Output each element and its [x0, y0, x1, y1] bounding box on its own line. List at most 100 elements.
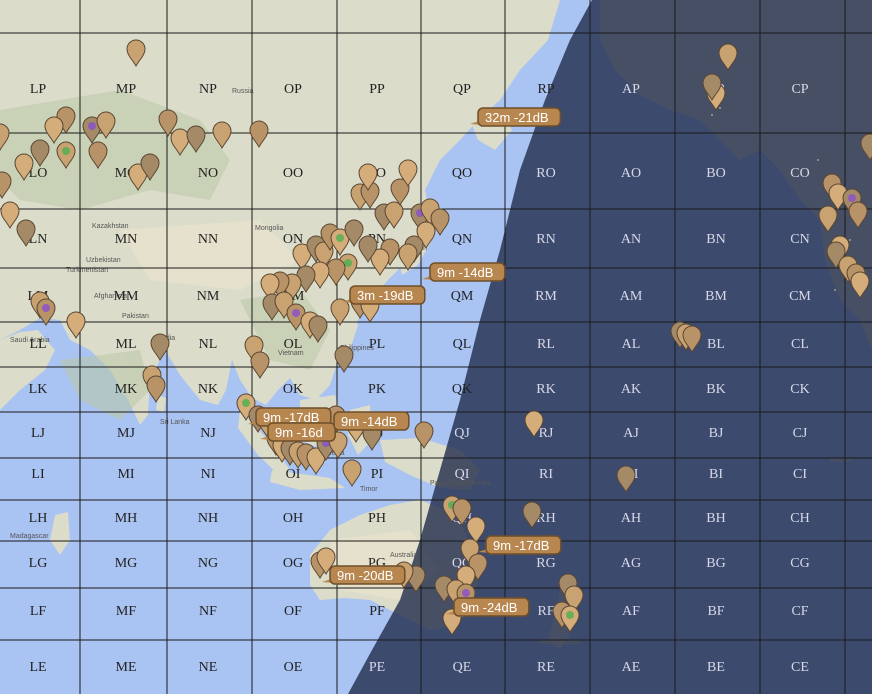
spot-callout-label: 9m -14dB: [437, 265, 493, 280]
grid-square-rp: RP: [537, 82, 554, 97]
grid-square-rm: RM: [535, 289, 557, 304]
grid-square-lh: LH: [29, 511, 48, 526]
spot-callout-label: 32m -21dB: [485, 110, 549, 125]
grid-square-an: AN: [621, 232, 641, 247]
map-canvas[interactable]: Russia Kazakhstan Mongolia China India P…: [0, 0, 872, 694]
grid-square-ph: PH: [368, 511, 386, 526]
grid-square-nl: NL: [199, 337, 218, 352]
grid-square-ro: RO: [536, 166, 555, 181]
grid-square-bf: BF: [707, 604, 724, 619]
grid-square-ae: AE: [622, 660, 641, 675]
spot-callout[interactable]: 9m -14dB: [326, 411, 410, 431]
spot-callout[interactable]: 9m -20dB: [322, 565, 406, 585]
grid-square-cj: CJ: [793, 426, 808, 441]
grid-square-ce: CE: [791, 660, 809, 675]
spot-callout[interactable]: 9m -14dB: [422, 262, 506, 282]
grid-square-bh: BH: [706, 511, 725, 526]
geo-label-uzbekistan: Uzbekistan: [86, 257, 121, 264]
grid-square-rl: RL: [537, 337, 555, 352]
grid-square-bm: BM: [705, 289, 727, 304]
grid-square-nm: NM: [197, 289, 220, 304]
grid-square-pe: PE: [369, 660, 385, 675]
grid-square-qj: QJ: [454, 426, 470, 441]
grid-square-cn: CN: [790, 232, 809, 247]
spot-callout[interactable]: 9m -16d: [260, 422, 336, 442]
grid-square-qn: QN: [452, 232, 472, 247]
grid-square-bi: BI: [709, 467, 723, 482]
grid-square-bo: BO: [706, 166, 725, 181]
grid-square-co: CO: [790, 166, 809, 181]
grid-square-qo: QO: [452, 166, 472, 181]
grid-square-rk: RK: [536, 382, 555, 397]
grid-square-bj: BJ: [709, 426, 724, 441]
grid-square-oo: OO: [283, 166, 303, 181]
grid-square-re: RE: [537, 660, 555, 675]
spot-callout[interactable]: 9m -24dB: [446, 597, 530, 617]
grid-square-aj: AJ: [623, 426, 639, 441]
grid-square-mi: MI: [117, 467, 134, 482]
grid-square-og: OG: [283, 556, 303, 571]
spot-callout-label: 9m -16d: [275, 425, 323, 440]
grid-square-oe: OE: [284, 660, 303, 675]
grid-square-ao: AO: [621, 166, 641, 181]
grid-square-ck: CK: [790, 382, 809, 397]
map-view[interactable]: Russia Kazakhstan Mongolia China India P…: [0, 0, 872, 694]
grid-square-ll: LL: [29, 337, 46, 352]
spot-marker-multiband-dot: [242, 399, 250, 407]
geo-label-pakistan: Pakistan: [122, 313, 149, 320]
grid-square-lk: LK: [29, 382, 48, 397]
geo-label-timor: Timor: [360, 486, 378, 493]
spot-callout-label: 9m -24dB: [461, 600, 517, 615]
spot-callout[interactable]: 32m -21dB: [470, 107, 562, 127]
grid-square-of: OF: [284, 604, 302, 619]
grid-square-pp: PP: [369, 82, 385, 97]
grid-square-rf: RF: [537, 604, 554, 619]
grid-square-rj: RJ: [539, 426, 554, 441]
grid-square-rn: RN: [536, 232, 555, 247]
spot-callout[interactable]: 9m -17dB: [478, 535, 562, 555]
grid-square-lj: LJ: [31, 426, 46, 441]
grid-square-ak: AK: [621, 382, 641, 397]
geo-label-kazakhstan: Kazakhstan: [92, 223, 129, 230]
grid-square-qp: QP: [453, 82, 471, 97]
grid-square-bk: BK: [706, 382, 725, 397]
grid-square-qe: QE: [453, 660, 472, 675]
spot-marker-multiband-dot: [848, 194, 856, 202]
geo-label-russia: Russia: [232, 88, 254, 95]
spot-callout[interactable]: 3m -19dB: [342, 285, 426, 305]
grid-square-bn: BN: [706, 232, 725, 247]
spot-callout-label: 9m -17dB: [493, 538, 549, 553]
grid-square-nk: NK: [198, 382, 218, 397]
grid-square-oi: OI: [286, 467, 301, 482]
grid-square-mh: MH: [115, 511, 138, 526]
geo-label-srilanka: Sri Lanka: [160, 419, 190, 426]
grid-square-pf: PF: [369, 604, 385, 619]
grid-square-be: BE: [707, 660, 725, 675]
grid-square-bl: BL: [707, 337, 725, 352]
grid-square-nh: NH: [198, 511, 218, 526]
grid-square-af: AF: [622, 604, 640, 619]
grid-square-lp: LP: [30, 82, 47, 97]
grid-square-op: OP: [284, 82, 302, 97]
grid-square-cl: CL: [791, 337, 809, 352]
spot-callout-label: 3m -19dB: [357, 288, 413, 303]
grid-square-ah: AH: [621, 511, 641, 526]
grid-square-ch: CH: [790, 511, 809, 526]
grid-square-cf: CF: [791, 604, 808, 619]
grid-square-ri: RI: [539, 467, 553, 482]
grid-square-nf: NF: [199, 604, 217, 619]
spot-marker-multiband-dot: [292, 309, 300, 317]
grid-square-qk: QK: [452, 382, 472, 397]
grid-square-pl: PL: [369, 337, 385, 352]
spot-callout-label: 9m -14dB: [341, 414, 397, 429]
grid-square-ml: ML: [116, 337, 137, 352]
spot-marker-multiband-dot: [42, 304, 50, 312]
grid-square-ok: OK: [283, 382, 303, 397]
grid-square-mm: MM: [114, 289, 139, 304]
grid-square-al: AL: [622, 337, 641, 352]
grid-square-mg: MG: [115, 556, 138, 571]
grid-square-pi: PI: [371, 467, 384, 482]
grid-square-li: LI: [31, 467, 45, 482]
spot-marker-multiband-dot: [336, 234, 344, 242]
grid-square-qi: QI: [455, 467, 470, 482]
